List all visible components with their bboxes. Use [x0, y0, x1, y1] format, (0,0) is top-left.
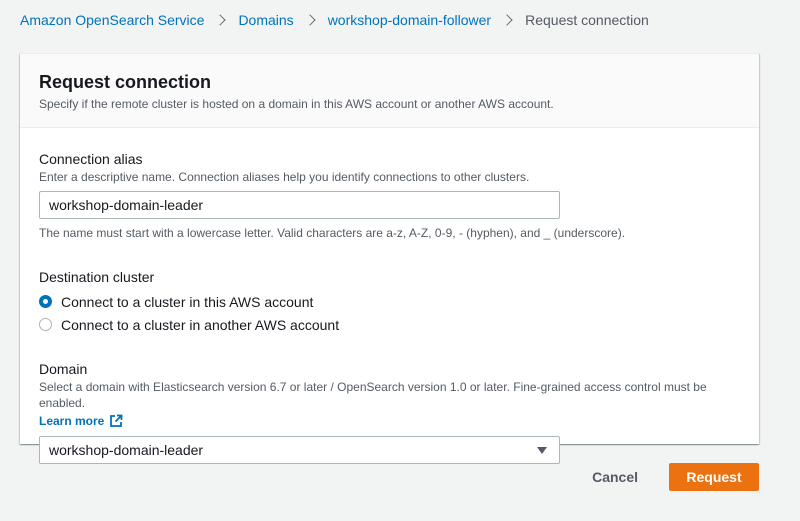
connection-alias-constraint: The name must start with a lowercase let… — [39, 226, 626, 240]
breadcrumb-domains[interactable]: Domains — [238, 10, 293, 30]
destination-cluster-field: Destination cluster Connect to a cluster… — [39, 268, 740, 336]
chevron-right-icon — [304, 14, 316, 26]
learn-more-label: Learn more — [39, 414, 105, 428]
request-button[interactable]: Request — [669, 463, 759, 491]
panel-header: Request connection Specify if the remote… — [20, 54, 759, 128]
domain-select-value: workshop-domain-leader — [49, 442, 204, 458]
page-description: Specify if the remote cluster is hosted … — [39, 97, 554, 111]
domain-description: Select a domain with Elasticsearch versi… — [39, 380, 707, 410]
domain-field: Domain Select a domain with Elasticsearc… — [39, 360, 740, 464]
chevron-right-icon — [501, 14, 513, 26]
breadcrumb-domain-follower[interactable]: workshop-domain-follower — [328, 10, 491, 30]
form-actions: Cancel Request — [572, 463, 759, 491]
breadcrumb-current: Request connection — [525, 12, 649, 28]
radio-unselected-icon[interactable] — [39, 318, 52, 331]
breadcrumb: Amazon OpenSearch Service Domains worksh… — [20, 10, 649, 30]
external-link-icon — [109, 414, 123, 428]
request-connection-panel: Request connection Specify if the remote… — [20, 53, 759, 464]
connection-alias-description: Enter a descriptive name. Connection ali… — [39, 170, 530, 184]
connection-alias-input[interactable] — [39, 191, 560, 219]
domain-label: Domain — [39, 361, 88, 377]
radio-this-account-label: Connect to a cluster in this AWS account — [61, 293, 314, 310]
domain-select[interactable]: workshop-domain-leader — [39, 436, 560, 464]
radio-another-account-label: Connect to a cluster in another AWS acco… — [61, 316, 340, 333]
cancel-button[interactable]: Cancel — [572, 463, 658, 491]
chevron-right-icon — [214, 14, 227, 26]
radio-another-account[interactable]: Connect to a cluster in another AWS acco… — [39, 313, 740, 336]
learn-more-link[interactable]: Learn more — [39, 413, 123, 429]
radio-selected-icon[interactable] — [39, 295, 52, 308]
page-title: Request connection — [39, 72, 212, 92]
caret-down-icon — [537, 447, 547, 454]
connection-alias-field: Connection alias Enter a descriptive nam… — [39, 150, 740, 241]
radio-this-account[interactable]: Connect to a cluster in this AWS account — [39, 290, 740, 313]
panel-body: Connection alias Enter a descriptive nam… — [20, 128, 759, 464]
breadcrumb-opensearch-service[interactable]: Amazon OpenSearch Service — [20, 10, 204, 30]
connection-alias-label: Connection alias — [39, 151, 143, 167]
destination-cluster-label: Destination cluster — [39, 269, 155, 285]
